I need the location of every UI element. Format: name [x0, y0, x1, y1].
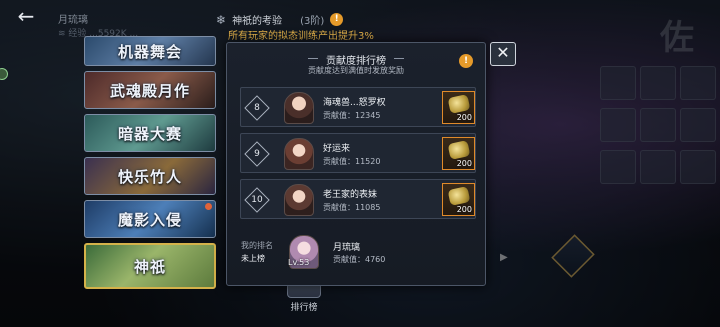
reward-item[interactable]: 200 — [442, 91, 475, 124]
ranking-row: 9 好运来 贡献值：11520 200 — [240, 133, 476, 173]
event-card[interactable]: 魔影入侵 — [84, 200, 216, 238]
player-name: 好运来 — [323, 144, 351, 154]
ranking-row: 8 海魂兽...怒罗权 贡献值：12345 200 — [240, 87, 476, 127]
my-name: 月琉璃 — [333, 243, 361, 253]
gem-icon — [447, 140, 471, 160]
reward-quantity: 200 — [456, 205, 472, 214]
modal-subtitle: 贡献度达到满值时发放奖励 — [308, 66, 404, 75]
player-name: 月琉璃 — [58, 15, 88, 26]
my-contribution-score: 贡献值：4760 — [333, 255, 386, 264]
my-level: Lv.53 — [288, 258, 310, 267]
event-card[interactable]: 暗器大赛 — [84, 114, 216, 152]
event-card-list: 机器舞会 武魂殿月作 暗器大赛 快乐竹人 魔影入侵 神祇 — [84, 36, 220, 294]
contribution-score: 贡献值：11520 — [323, 157, 381, 166]
close-button[interactable]: ✕ — [490, 42, 516, 66]
notification-dot — [205, 203, 212, 210]
event-card-label: 暗器大赛 — [117, 124, 182, 143]
event-card-label: 机器舞会 — [117, 42, 182, 61]
contribution-ranking-modal: 贡献度排行榜 贡献度达到满值时发放奖励 ! 8 海魂兽...怒罗权 贡献值：12… — [226, 42, 486, 286]
rank-number: 8 — [254, 103, 260, 113]
event-stage: (3阶) — [300, 16, 325, 27]
back-arrow-icon[interactable]: ← — [14, 5, 38, 27]
event-card-label: 神祇 — [133, 257, 166, 276]
player-name: 海魂兽...怒罗权 — [323, 98, 386, 108]
reward-quantity: 200 — [456, 113, 472, 122]
contribution-score: 贡献值：12345 — [323, 111, 381, 120]
gem-icon — [447, 94, 471, 114]
snowflake-icon: ❄ — [216, 12, 227, 27]
event-card-selected[interactable]: 神祇 — [84, 243, 216, 289]
event-description: 所有玩家的拟态训练产出提升3% — [228, 31, 374, 42]
ranking-row: 10 老王家的表妹 贡献值：11085 200 — [240, 179, 476, 219]
avatar[interactable] — [284, 138, 314, 170]
event-card[interactable]: 快乐竹人 — [84, 157, 216, 195]
event-card-label: 武魂殿月作 — [109, 81, 190, 100]
my-rank-label: 我的排名 — [241, 241, 273, 250]
event-card[interactable]: 机器舞会 — [84, 36, 216, 66]
event-card-label: 魔影入侵 — [117, 210, 182, 229]
info-icon[interactable]: ! — [459, 54, 473, 68]
event-card-label: 快乐竹人 — [117, 167, 182, 186]
reward-item[interactable]: 200 — [442, 183, 475, 216]
rank-number: 9 — [254, 149, 260, 159]
reward-item[interactable]: 200 — [442, 137, 475, 170]
tab-label: 排行榜 — [290, 303, 318, 313]
contribution-score: 贡献值：11085 — [323, 203, 381, 212]
rank-number: 10 — [251, 195, 263, 205]
my-rank-value: 未上榜 — [241, 254, 265, 263]
player-name: 老王家的表妹 — [323, 190, 378, 200]
avatar[interactable] — [284, 92, 314, 124]
event-info-icon[interactable]: ! — [330, 13, 344, 26]
avatar[interactable] — [284, 184, 314, 216]
event-title: 神祇的考验 — [232, 16, 283, 27]
event-card[interactable]: 武魂殿月作 — [84, 71, 216, 109]
event-title-row: ❄ 神祇的考验 (3阶) ! — [216, 12, 344, 27]
gem-icon — [447, 186, 471, 206]
reward-quantity: 200 — [456, 159, 472, 168]
